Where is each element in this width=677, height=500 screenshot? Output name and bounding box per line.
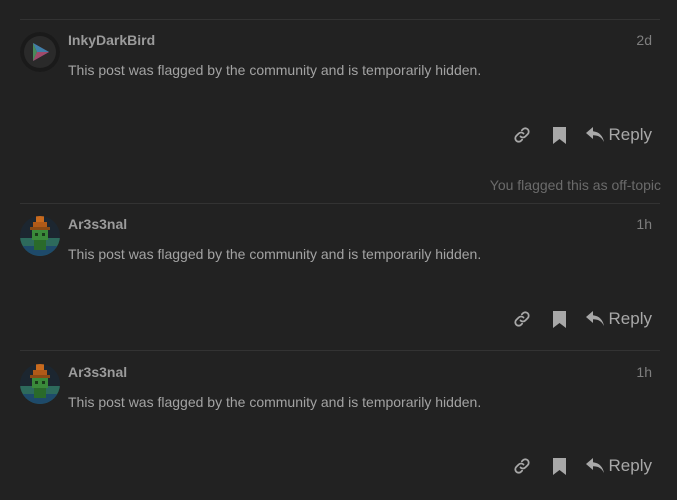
pixel-character-avatar-icon — [20, 216, 60, 256]
bookmark-button[interactable] — [552, 307, 568, 331]
post-item: Ar3s3nal 1h This post was flagged by the… — [0, 364, 677, 484]
username[interactable]: Ar3s3nal — [68, 364, 127, 380]
reply-label: Reply — [608, 309, 652, 328]
bookmark-button[interactable] — [552, 123, 568, 147]
link-button[interactable] — [512, 307, 532, 331]
post-actions: Reply — [512, 123, 652, 147]
reply-icon — [585, 127, 604, 142]
flag-status-note: You flagged this as off-topic — [489, 177, 661, 193]
bookmark-button[interactable] — [552, 454, 568, 478]
link-icon — [513, 127, 530, 143]
post-date[interactable]: 1h — [636, 364, 652, 380]
post-divider — [20, 203, 660, 204]
post-item: Ar3s3nal 1h This post was flagged by the… — [0, 216, 677, 336]
reply-label: Reply — [608, 125, 652, 144]
post-body: This post was flagged by the community a… — [68, 62, 482, 78]
reply-label: Reply — [608, 456, 652, 475]
pixel-character-avatar-icon — [20, 364, 60, 404]
reply-icon — [585, 458, 604, 473]
bookmark-icon — [553, 457, 567, 475]
username[interactable]: InkyDarkBird — [68, 32, 155, 48]
avatar[interactable] — [20, 32, 60, 72]
reply-button[interactable]: Reply — [585, 454, 652, 478]
username[interactable]: Ar3s3nal — [68, 216, 127, 232]
link-button[interactable] — [512, 123, 532, 147]
post-date[interactable]: 2d — [636, 32, 652, 48]
post-body: This post was flagged by the community a… — [68, 394, 482, 410]
reply-button[interactable]: Reply — [585, 123, 652, 147]
post-divider — [20, 350, 660, 351]
post-actions: Reply — [512, 307, 652, 331]
post-actions: Reply — [512, 454, 652, 478]
link-icon — [513, 458, 530, 474]
post-item: InkyDarkBird 2d This post was flagged by… — [0, 32, 677, 172]
avatar[interactable] — [20, 364, 60, 404]
bookmark-icon — [553, 126, 567, 144]
link-icon — [513, 311, 530, 327]
link-button[interactable] — [512, 454, 532, 478]
avatar[interactable] — [20, 216, 60, 256]
reply-button[interactable]: Reply — [585, 307, 652, 331]
reply-icon — [585, 311, 604, 326]
bookmark-icon — [553, 310, 567, 328]
play-arrow-avatar-icon — [20, 32, 60, 72]
post-date[interactable]: 1h — [636, 216, 652, 232]
post-divider — [20, 19, 660, 20]
post-body: This post was flagged by the community a… — [68, 246, 482, 262]
